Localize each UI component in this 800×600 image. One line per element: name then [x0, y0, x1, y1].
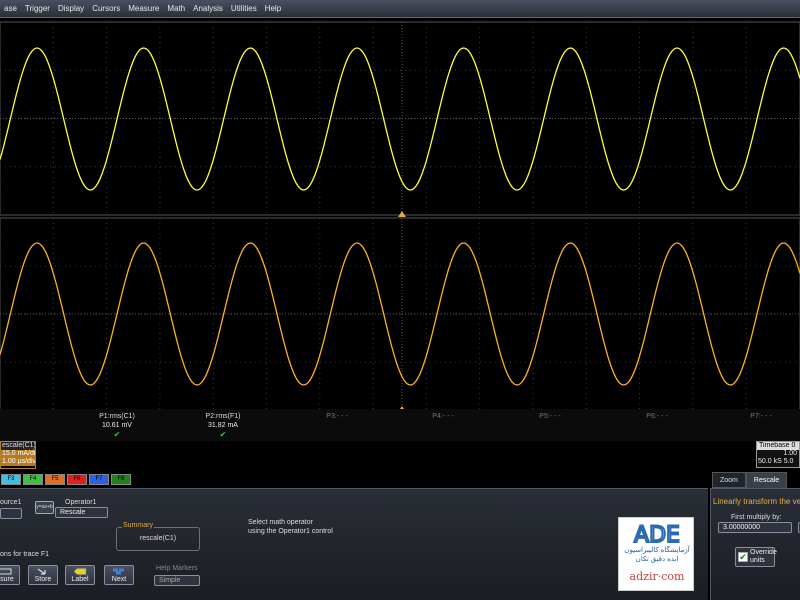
operator-select-button[interactable]: y=ax+b: [35, 501, 54, 514]
param-p1[interactable]: P1:rms(C1) 10.61 mV ✔: [72, 412, 162, 439]
measurement-bar: P1:rms(C1) 10.61 mV ✔ P2:rms(F1) 31.82 m…: [0, 409, 800, 441]
tab-rescale[interactable]: Rescale: [745, 472, 788, 488]
menu-help[interactable]: Help: [261, 4, 285, 13]
help-markers-label: Help Markers: [156, 565, 198, 572]
svg-text:ADE: ADE: [634, 523, 680, 546]
rescale-panel: Linearly transform the vertic First mult…: [710, 488, 800, 600]
trace-tabs: F3 F4 F5 F6 F7 F8: [0, 472, 132, 488]
menu-bar: ase Trigger Display Cursors Measure Math…: [0, 0, 800, 18]
tab-f6[interactable]: F6: [67, 474, 87, 485]
next-button[interactable]: Next: [104, 565, 134, 585]
watermark-logo: ADE آزمایشگاه کالیبراسیون ایده دقیق تکان …: [618, 517, 694, 591]
grid-upper: [0, 21, 800, 216]
check-icon: ✔: [113, 430, 121, 439]
param-p5[interactable]: P5:- - -: [505, 412, 595, 421]
timebase-descriptor[interactable]: Timebase 0 1.00 50.0 kS 5.0: [756, 441, 800, 468]
param-p3[interactable]: P3:- - -: [292, 412, 382, 421]
param-p7[interactable]: P7:- - -: [716, 412, 800, 421]
summary-value: rescale(C1): [139, 535, 177, 542]
menu-measure[interactable]: Measure: [124, 4, 163, 13]
store-button[interactable]: Store: [28, 565, 58, 585]
tab-zoom[interactable]: Zoom: [712, 472, 746, 488]
menu-analysis[interactable]: Analysis: [189, 4, 227, 13]
multiply-field[interactable]: 3.00000000: [718, 522, 792, 533]
label-tag-icon: [73, 568, 87, 575]
tab-f3[interactable]: F3: [1, 474, 21, 485]
label-button[interactable]: Label: [65, 565, 95, 585]
multiply-label: First multiply by:: [731, 514, 782, 521]
param-p4[interactable]: P4:- - -: [398, 412, 488, 421]
trace-label: ons for trace F1: [0, 551, 50, 558]
measure-icon: [0, 568, 12, 575]
source-field[interactable]: [0, 508, 22, 519]
menu-utilities[interactable]: Utilities: [227, 4, 261, 13]
next-traces-icon: [113, 568, 124, 575]
summary-box: rescale(C1): [116, 527, 200, 551]
tab-f7[interactable]: F7: [89, 474, 109, 485]
trace-descriptor-f1[interactable]: escale(C1) 15.0 mA/div 1.00 µs/div: [0, 441, 36, 469]
hint-line-2: using the Operator1 control: [248, 528, 333, 535]
tab-f4[interactable]: F4: [23, 474, 43, 485]
menu-display[interactable]: Display: [54, 4, 88, 13]
menu-timebase[interactable]: ase: [0, 4, 21, 13]
help-markers-field[interactable]: Simple: [154, 575, 200, 586]
rescale-title: Linearly transform the vertic: [713, 497, 800, 506]
menu-cursors[interactable]: Cursors: [88, 4, 124, 13]
override-units-checkbox[interactable]: ✔ Override units: [735, 547, 777, 567]
waveform-svg[interactable]: [0, 19, 800, 409]
hint-line-1: Select math operator: [248, 519, 313, 526]
store-arrow-icon: [37, 568, 46, 575]
param-p6[interactable]: P6:- - -: [612, 412, 702, 421]
right-tabs: Zoom Rescale: [712, 472, 788, 488]
checkmark-icon: ✔: [738, 552, 748, 562]
trigger-marker-upper[interactable]: [398, 211, 406, 217]
operator-label: Operator1: [65, 499, 97, 506]
menu-trigger[interactable]: Trigger: [21, 4, 54, 13]
math-setup-panel: ource1 y=ax+b Operator1 Rescale rescale(…: [0, 488, 708, 600]
operator-field[interactable]: Rescale: [55, 507, 108, 518]
measure-button[interactable]: asure: [0, 565, 20, 585]
tab-f8[interactable]: F8: [111, 474, 131, 485]
source-label: ource1: [0, 499, 22, 506]
menu-math[interactable]: Math: [163, 4, 189, 13]
logo-mark-icon: ADE: [633, 522, 681, 549]
param-p2[interactable]: P2:rms(F1) 31.82 mA ✔: [178, 412, 268, 439]
summary-title: Summary: [122, 522, 154, 529]
check-icon: ✔: [219, 430, 227, 439]
grid-lower: [0, 217, 800, 409]
tab-f5[interactable]: F5: [45, 474, 65, 485]
waveform-display[interactable]: [0, 19, 800, 409]
